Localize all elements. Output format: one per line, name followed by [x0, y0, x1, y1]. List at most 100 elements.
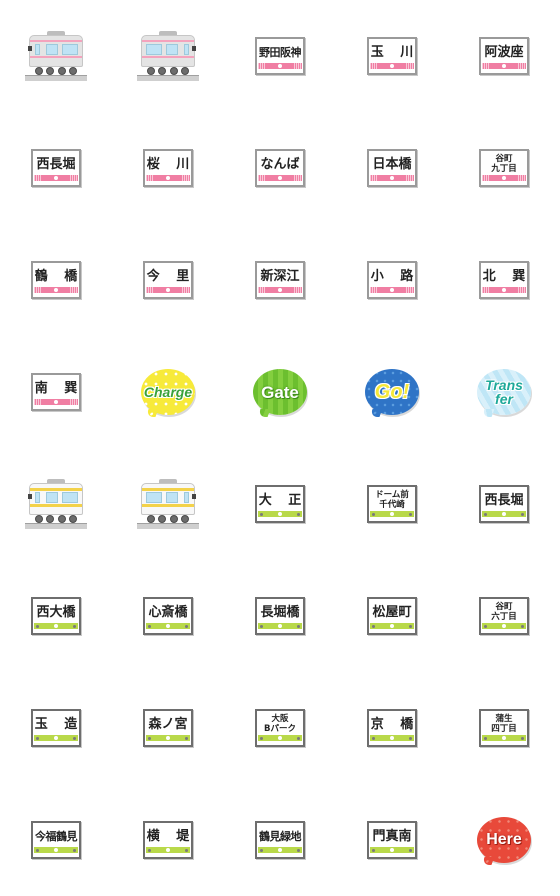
sticker-cell[interactable]: 今 里: [112, 224, 224, 336]
station-sign-green[interactable]: 大 正: [255, 485, 305, 523]
station-name: 西大橋: [36, 604, 76, 620]
sticker-cell[interactable]: 南 巽: [0, 336, 112, 448]
pin-icon: [148, 624, 151, 628]
station-sign-green[interactable]: 西大橋: [31, 597, 81, 635]
sticker-cell[interactable]: 野田阪神: [224, 0, 336, 112]
station-sign-pink[interactable]: 小 路: [367, 261, 417, 299]
sticker-cell[interactable]: 松屋町: [336, 560, 448, 672]
sticker-cell[interactable]: Trans fer: [448, 336, 560, 448]
green-line-train-icon[interactable]: [137, 477, 199, 531]
sticker-cell[interactable]: [0, 0, 112, 112]
sticker-cell[interactable]: 森ノ宮: [112, 672, 224, 784]
sticker-cell[interactable]: 長堀橋: [224, 560, 336, 672]
station-sign-green[interactable]: 西長堀: [479, 485, 529, 523]
station-sign-green[interactable]: 谷町 六丁目: [479, 597, 529, 635]
green-line-train-icon[interactable]: [25, 477, 87, 531]
sticker-cell[interactable]: 玉 川: [336, 0, 448, 112]
station-sign-green[interactable]: 門真南: [367, 821, 417, 859]
sticker-cell[interactable]: 谷町 六丁目: [448, 560, 560, 672]
speech-bubble-charge[interactable]: Charge: [141, 369, 195, 415]
wheel-icon: [181, 67, 190, 75]
station-sign-green[interactable]: 鶴見緑地: [255, 821, 305, 859]
station-sign-pink[interactable]: 野田阪神: [255, 37, 305, 75]
sticker-cell[interactable]: 心斎橋: [112, 560, 224, 672]
line-color-stripe: [482, 63, 526, 69]
station-sign-green[interactable]: 松屋町: [367, 597, 417, 635]
sticker-cell[interactable]: 玉 造: [0, 672, 112, 784]
sticker-cell[interactable]: 北 巽: [448, 224, 560, 336]
sticker-cell[interactable]: 日本橋: [336, 112, 448, 224]
pink-train-icon[interactable]: [25, 29, 87, 83]
sticker-cell[interactable]: 西長堀: [0, 112, 112, 224]
station-sign-pink[interactable]: 南 巽: [31, 373, 81, 411]
speech-bubble-here[interactable]: Here: [477, 817, 531, 863]
station-sign-green[interactable]: 京 橋: [367, 709, 417, 747]
sticker-cell[interactable]: [112, 448, 224, 560]
wheel-icon: [158, 67, 167, 75]
sticker-cell[interactable]: Here: [448, 784, 560, 896]
rail-track: [25, 523, 87, 529]
speech-bubble-transfer[interactable]: Trans fer: [477, 369, 531, 415]
station-sign-pink[interactable]: 桜 川: [143, 149, 193, 187]
sticker-cell[interactable]: 西長堀: [448, 448, 560, 560]
bubble-text: Trans fer: [485, 377, 523, 407]
sticker-cell[interactable]: 桜 川: [112, 112, 224, 224]
station-sign-green[interactable]: 玉 造: [31, 709, 81, 747]
wheel-icon: [34, 515, 43, 523]
line-color-stripe: [258, 623, 302, 629]
station-sign-pink[interactable]: 新深江: [255, 261, 305, 299]
chevron-right-icon: [294, 287, 302, 293]
station-sign-green[interactable]: 蒲生 四丁目: [479, 709, 529, 747]
station-sign-pink[interactable]: 谷町 九丁目: [479, 149, 529, 187]
station-sign-green[interactable]: ドーム前 千代崎: [367, 485, 417, 523]
train-wheels: [145, 67, 191, 75]
sticker-cell[interactable]: 大阪 Bパーク: [224, 672, 336, 784]
sticker-cell[interactable]: 今福鶴見: [0, 784, 112, 896]
sticker-cell[interactable]: ドーム前 千代崎: [336, 448, 448, 560]
station-sign-pink[interactable]: 今 里: [143, 261, 193, 299]
sticker-cell[interactable]: Charge: [112, 336, 224, 448]
sticker-cell[interactable]: 小 路: [336, 224, 448, 336]
sticker-cell[interactable]: 阿波座: [448, 0, 560, 112]
train-stripe: [142, 40, 194, 42]
station-sign-pink[interactable]: 北 巽: [479, 261, 529, 299]
pin-icon: [297, 848, 300, 852]
station-sign-pink[interactable]: 日本橋: [367, 149, 417, 187]
chevron-left-icon: [34, 175, 42, 181]
sticker-cell[interactable]: 横 堤: [112, 784, 224, 896]
sticker-cell[interactable]: 門真南: [336, 784, 448, 896]
station-sign-green[interactable]: 大阪 Bパーク: [255, 709, 305, 747]
station-sign-pink[interactable]: なんば: [255, 149, 305, 187]
station-sign-green[interactable]: 長堀橋: [255, 597, 305, 635]
sticker-cell[interactable]: なんば: [224, 112, 336, 224]
station-name: 野田阪神: [259, 45, 302, 59]
chevron-left-icon: [34, 399, 42, 405]
sticker-cell[interactable]: [112, 0, 224, 112]
sticker-cell[interactable]: 蒲生 四丁目: [448, 672, 560, 784]
sticker-cell[interactable]: 谷町 九丁目: [448, 112, 560, 224]
sticker-cell[interactable]: 京 橋: [336, 672, 448, 784]
station-sign-green[interactable]: 心斎橋: [143, 597, 193, 635]
sticker-cell[interactable]: 新深江: [224, 224, 336, 336]
station-sign-pink[interactable]: 阿波座: [479, 37, 529, 75]
sticker-cell[interactable]: Gate: [224, 336, 336, 448]
speech-bubble-gate[interactable]: Gate: [253, 369, 307, 415]
pink-train-icon[interactable]: [137, 29, 199, 83]
sticker-cell[interactable]: 西大橋: [0, 560, 112, 672]
station-sign-pink[interactable]: 玉 川: [367, 37, 417, 75]
sticker-cell[interactable]: Go!: [336, 336, 448, 448]
station-sign-green[interactable]: 横 堤: [143, 821, 193, 859]
sticker-cell[interactable]: 鶴 橋: [0, 224, 112, 336]
station-sign-green[interactable]: 今福鶴見: [31, 821, 81, 859]
chevron-right-icon: [70, 399, 78, 405]
line-color-stripe: [370, 287, 414, 293]
sticker-cell[interactable]: 大 正: [224, 448, 336, 560]
station-sign-pink[interactable]: 西長堀: [31, 149, 81, 187]
line-color-stripe: [258, 63, 302, 69]
speech-bubble-go[interactable]: Go!: [365, 369, 419, 415]
sticker-cell[interactable]: [0, 448, 112, 560]
sticker-cell[interactable]: 鶴見緑地: [224, 784, 336, 896]
current-station-dot-icon: [166, 624, 170, 628]
station-sign-pink[interactable]: 鶴 橋: [31, 261, 81, 299]
station-sign-green[interactable]: 森ノ宮: [143, 709, 193, 747]
